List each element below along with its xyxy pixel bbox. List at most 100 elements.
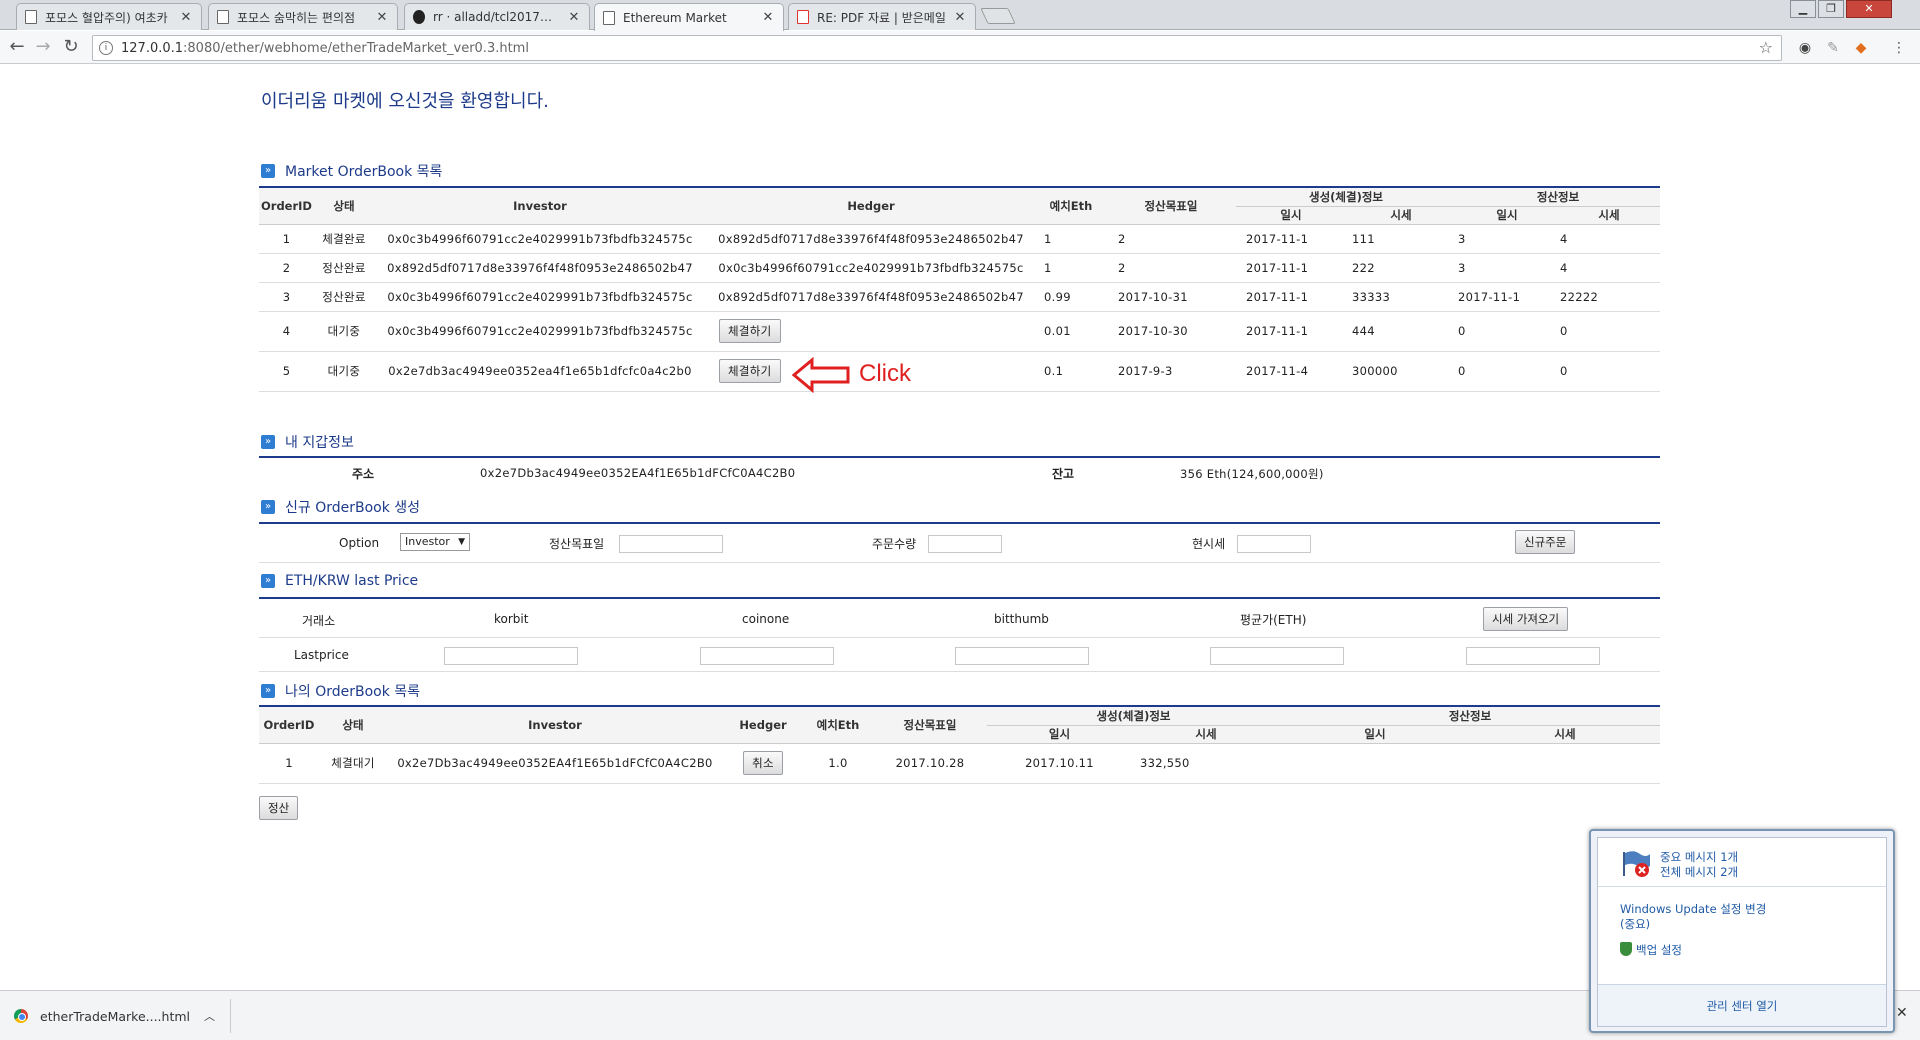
new-tab-button[interactable] [980, 8, 1016, 24]
tab-5[interactable]: RE: PDF 자료 | 받은메일 ✕ [788, 3, 976, 30]
minimize-button[interactable]: ▁ [1790, 0, 1816, 18]
target-date-input[interactable] [619, 535, 723, 553]
extension-icon[interactable]: ◉ [1796, 39, 1814, 57]
cell-settle-date [1280, 743, 1470, 784]
cell-create-price: 300000 [1346, 351, 1456, 392]
close-icon[interactable]: ✕ [1896, 1005, 1908, 1021]
tab-label: 포모스 숨막히는 편의점 [237, 10, 356, 25]
cell-deposit: 1 [1036, 253, 1106, 283]
info-icon[interactable]: i [99, 41, 113, 55]
tab-3[interactable]: rr · alladd/tcl2017@fbd ✕ [404, 3, 590, 30]
cell-order-id: 1 [259, 224, 314, 254]
col-order-id: OrderID [259, 707, 319, 744]
cell-settle-price: 4 [1558, 253, 1660, 283]
cell-target-date: 2 [1106, 224, 1236, 254]
col-settle-date: 일시 [1456, 206, 1558, 225]
restore-button[interactable]: ❐ [1818, 0, 1844, 18]
col-investor: Investor [387, 707, 723, 744]
flag-alert-icon [1623, 851, 1650, 877]
menu-icon[interactable]: ⋮ [1890, 39, 1908, 57]
exchange-coinone: coinone [742, 612, 790, 626]
close-icon[interactable]: ✕ [953, 10, 967, 25]
cell-status: 정산완료 [314, 282, 374, 312]
cell-create-price: 332,550 [1132, 743, 1280, 784]
table-row: 1 체결대기 0x2e7Db3ac4949ee0352EA4f1E65b1dFC… [259, 743, 1660, 784]
option-select[interactable]: Investor ▼ [400, 533, 470, 551]
fox-extension-icon[interactable]: ◆ [1852, 39, 1870, 57]
reload-icon[interactable]: ↻ [60, 37, 82, 59]
action-center-popup: 중요 메시지 1개 전체 메시지 2개 Windows Update 설정 변경… [1589, 829, 1895, 1033]
click-annotation: Click [859, 360, 911, 387]
tab-1[interactable]: 포모스 혈압주의) 여초카 ✕ [16, 3, 202, 30]
close-icon[interactable]: ✕ [761, 10, 775, 25]
close-window-button[interactable]: ✕ [1846, 0, 1892, 18]
settle-button[interactable]: 정산 [259, 796, 299, 820]
address-bar[interactable]: i 127.0.0.1:8080/ether/webhome/etherTrad… [92, 35, 1782, 61]
tab-label: 포모스 혈압주의) 여초카 [45, 10, 168, 25]
korbit-price-input[interactable] [444, 647, 578, 665]
cell-deposit: 0.01 [1036, 311, 1106, 352]
table-row: 5 대기중 0x2e7db3ac4949ee0352ea4f1e65b1dfcf… [259, 351, 1660, 392]
current-price-input[interactable] [1237, 535, 1311, 553]
section-label: 신규 OrderBook 생성 [285, 500, 421, 516]
tab-label: rr · alladd/tcl2017@fbd [433, 10, 567, 24]
cell-order-id: 1 [259, 743, 319, 784]
url-path: :8080/ether/webhome/etherTradeMarket_ver… [183, 41, 529, 56]
bitthumb-price-input[interactable] [955, 647, 1089, 665]
star-icon[interactable]: ☆ [1759, 38, 1773, 57]
coinone-price-input[interactable] [700, 647, 834, 665]
cancel-button[interactable]: 취소 [743, 751, 783, 775]
col-order-id: OrderID [259, 188, 314, 225]
match-button[interactable]: 체결하기 [719, 319, 781, 343]
col-hedger: Hedger [706, 188, 1036, 225]
average-price-input[interactable] [1210, 647, 1344, 665]
col-deposit: 예치Eth [1036, 188, 1106, 225]
extra-price-input[interactable] [1466, 647, 1600, 665]
tab-ethereum-market[interactable]: Ethereum Market ✕ [594, 3, 784, 31]
page-icon [217, 10, 229, 24]
download-item[interactable]: etherTradeMarke....html ︿ [14, 1001, 215, 1031]
extension-icon[interactable]: ✎ [1824, 39, 1842, 57]
table-row: 1 체결완료 0x0c3b4996f60791cc2e4029991b73fbd… [259, 224, 1660, 254]
table-row: 2 정산완료 0x892d5df0717d8e33976f4f48f0953e2… [259, 253, 1660, 283]
match-button[interactable]: 체결하기 [719, 359, 781, 383]
col-investor: Investor [374, 188, 706, 225]
windows-update-link[interactable]: Windows Update 설정 변경 [1620, 901, 1766, 917]
tab-strip: 포모스 혈압주의) 여초카 ✕ 포모스 숨막히는 편의점 ✕ rr · alla… [0, 0, 1920, 31]
wallet-balance: 356 Eth(124,600,000원) [1180, 467, 1324, 481]
cell-hedger: 0x0c3b4996f60791cc2e4029991b73fbdfb32457… [706, 253, 1036, 283]
cell-hedger: 체결하기 [706, 311, 1036, 352]
important-message-count[interactable]: 중요 메시지 1개 [1660, 849, 1738, 865]
cell-investor: 0x0c3b4996f60791cc2e4029991b73fbdfb32457… [374, 224, 706, 254]
back-icon[interactable]: ← [6, 37, 28, 59]
cell-status: 체결대기 [319, 743, 387, 784]
cell-create-price: 444 [1346, 311, 1456, 352]
close-icon[interactable]: ✕ [375, 10, 389, 25]
close-icon[interactable]: ✕ [179, 10, 193, 25]
cell-investor: 0x892d5df0717d8e33976f4f48f0953e2486502b… [374, 253, 706, 283]
forward-icon[interactable]: → [32, 37, 54, 59]
cell-create-date: 2017.10.11 [987, 743, 1132, 784]
chevron-up-icon[interactable]: ︿ [204, 1008, 215, 1024]
open-action-center-link[interactable]: 관리 센터 열기 [1598, 998, 1886, 1014]
divider [259, 456, 1660, 458]
dropdown-arrow-icon: ▼ [458, 537, 465, 547]
backup-settings-link[interactable]: 백업 설정 [1636, 942, 1682, 958]
qty-input[interactable] [928, 535, 1002, 553]
cell-status: 대기중 [314, 311, 374, 352]
tab-2[interactable]: 포모스 숨막히는 편의점 ✕ [208, 3, 398, 30]
total-message-count[interactable]: 전체 메시지 2개 [1660, 864, 1738, 880]
fetch-price-button[interactable]: 시세 가져오기 [1483, 607, 1569, 631]
col-target-date: 정산목표일 [1106, 188, 1236, 225]
target-date-label: 정산목표일 [549, 537, 605, 551]
cell-order-id: 5 [259, 351, 314, 392]
col-settle-info: 정산정보 [1280, 707, 1660, 726]
cell-create-price: 33333 [1346, 282, 1456, 312]
col-create-info: 생성(체결)정보 [1236, 188, 1456, 207]
close-icon[interactable]: ✕ [567, 10, 581, 25]
new-order-button[interactable]: 신규주문 [1515, 530, 1576, 554]
exchange-average: 평균가(ETH) [1240, 613, 1307, 627]
exchange-korbit: korbit [494, 612, 529, 626]
col-create-date: 일시 [1236, 206, 1346, 225]
divider [1598, 886, 1886, 887]
